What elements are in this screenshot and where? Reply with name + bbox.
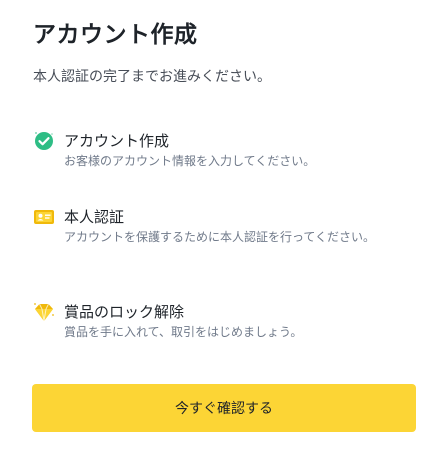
step-account-creation: アカウント作成 お客様のアカウント情報を入力してください。 [32,131,413,171]
step-title: 本人認証 [64,208,125,226]
check-circle-icon [32,129,56,153]
page-subtitle: 本人認証の完了までお進みください。 [33,69,271,85]
step-description: お客様のアカウント情報を入力してください。 [64,154,316,168]
step-unlock-rewards: 賞品のロック解除 賞品を手に入れて、取引をはじめましょう。 [32,302,413,342]
diamond-icon [32,300,56,324]
step-title: 賞品のロック解除 [64,303,185,321]
step-title: アカウント作成 [64,132,170,150]
step-identity-verification: 本人認証 アカウントを保護するために本人認証を行ってください。 [32,207,413,247]
verify-now-button[interactable]: 今すぐ確認する [32,384,416,432]
id-card-icon [32,205,56,229]
step-description: 賞品を手に入れて、取引をはじめましょう。 [64,325,303,339]
step-description: アカウントを保護するために本人認証を行ってください。 [64,230,376,244]
page-title: アカウント作成 [33,22,198,48]
